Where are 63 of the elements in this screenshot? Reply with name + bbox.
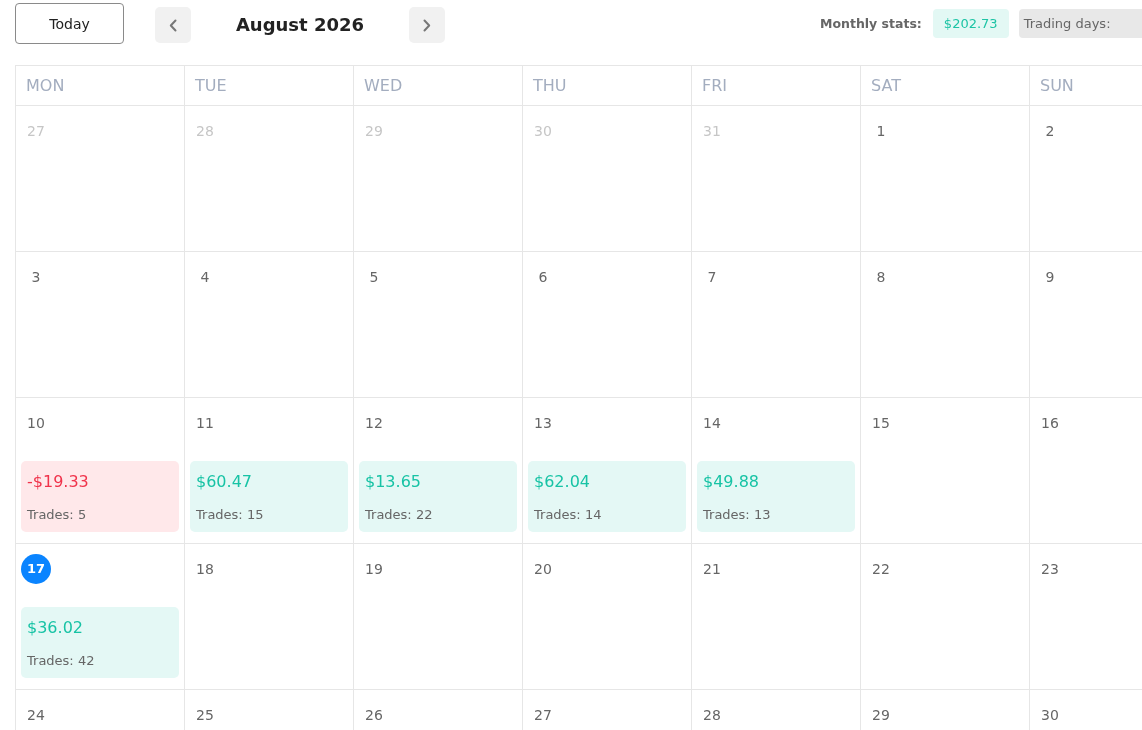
day-number: 30 <box>533 122 553 141</box>
day-number: 28 <box>195 122 215 141</box>
pnl-amount: $49.88 <box>703 471 760 493</box>
day-number: 29 <box>871 706 891 725</box>
day-number: 19 <box>364 560 384 579</box>
day-number: 23 <box>1040 560 1060 579</box>
day-number: 6 <box>537 268 549 287</box>
day-number: 10 <box>26 414 46 433</box>
trade-count: Trades: 13 <box>703 506 772 524</box>
today-button[interactable]: Today <box>15 3 124 44</box>
day-number: 2 <box>1044 122 1056 141</box>
day-number: 13 <box>533 414 553 433</box>
day-number: 28 <box>702 706 722 725</box>
day-number: 27 <box>26 122 46 141</box>
monthly-stats-label: Monthly stats: <box>820 16 922 31</box>
trade-count: Trades: 15 <box>196 506 265 524</box>
day-number: 5 <box>368 268 380 287</box>
day-number: 30 <box>1040 706 1060 725</box>
weekday-header: SUN <box>1030 66 1142 106</box>
day-number: 29 <box>364 122 384 141</box>
month-title: August 2026 <box>234 13 366 37</box>
day-number: 17 <box>21 554 51 584</box>
trade-count: Trades: 42 <box>27 652 96 670</box>
day-number: 11 <box>195 414 215 433</box>
trade-count: Trades: 5 <box>27 506 88 524</box>
weekday-header: TUE <box>185 66 354 106</box>
monthly-total-badge: $202.73 <box>932 9 1009 38</box>
day-number: 9 <box>1044 268 1056 287</box>
chevron-right-icon <box>423 18 431 32</box>
weekday-header: FRI <box>692 66 861 106</box>
day-number: 8 <box>875 268 887 287</box>
day-number: 22 <box>871 560 891 579</box>
day-number: 15 <box>871 414 891 433</box>
pnl-amount: $62.04 <box>534 471 591 493</box>
trading-days-badge: Trading days: <box>1018 9 1142 38</box>
pnl-amount: $36.02 <box>27 617 84 639</box>
day-number: 18 <box>195 560 215 579</box>
pnl-amount: -$19.33 <box>27 471 90 493</box>
day-number: 4 <box>199 268 211 287</box>
day-number: 12 <box>364 414 384 433</box>
day-number: 20 <box>533 560 553 579</box>
trade-count: Trades: 22 <box>365 506 434 524</box>
day-number: 7 <box>706 268 718 287</box>
pnl-amount: $60.47 <box>196 471 253 493</box>
weekday-header: MON <box>16 66 185 106</box>
trade-count: Trades: 14 <box>534 506 603 524</box>
day-number: 1 <box>875 122 887 141</box>
weekday-header: THU <box>523 66 692 106</box>
day-number: 3 <box>30 268 42 287</box>
next-month-button[interactable] <box>409 7 445 43</box>
pnl-amount: $13.65 <box>365 471 422 493</box>
day-number: 31 <box>702 122 722 141</box>
day-number: 26 <box>364 706 384 725</box>
day-number: 25 <box>195 706 215 725</box>
weekday-header: SAT <box>861 66 1030 106</box>
day-number: 27 <box>533 706 553 725</box>
day-number: 24 <box>26 706 46 725</box>
day-number: 21 <box>702 560 722 579</box>
day-number: 14 <box>702 414 722 433</box>
weekday-header: WED <box>354 66 523 106</box>
day-number: 16 <box>1040 414 1060 433</box>
previous-month-button[interactable] <box>155 7 191 43</box>
chevron-left-icon <box>169 18 177 32</box>
